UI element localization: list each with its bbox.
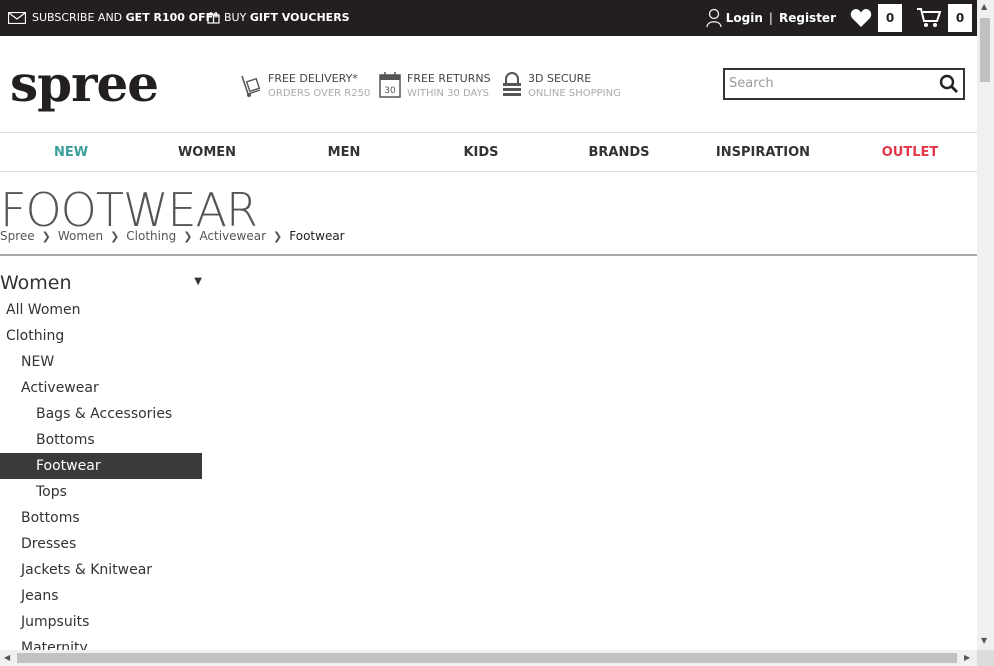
vouchers-text: BUY bbox=[224, 11, 250, 24]
search-icon[interactable] bbox=[939, 74, 959, 94]
nav-brands[interactable]: BRANDS bbox=[588, 145, 649, 160]
usp-3d-secure: 3D SECURE ONLINE SHOPPING bbox=[502, 72, 621, 102]
calendar-icon: 30 bbox=[379, 72, 401, 98]
sidebar-item-bottoms[interactable]: Bottoms bbox=[0, 505, 202, 531]
gift-vouchers-link[interactable]: BUY GIFT VOUCHERS bbox=[207, 11, 350, 24]
breadcrumb-footwear: Footwear bbox=[289, 229, 345, 243]
sidebar-title-label: Women bbox=[0, 272, 72, 294]
subscribe-link[interactable]: SUBSCRIBE AND GET R100 OFF* bbox=[8, 11, 219, 24]
chevron-right-icon: ❯ bbox=[41, 229, 51, 243]
main-nav: NEW WOMEN MEN KIDS BRANDS INSPIRATION OU… bbox=[0, 132, 977, 172]
usp-free-returns: 30 FREE RETURNS WITHIN 30 DAYS bbox=[379, 72, 491, 102]
chevron-right-icon: ❯ bbox=[110, 229, 120, 243]
scroll-down-icon[interactable]: ▼ bbox=[981, 636, 987, 645]
subscribe-text: SUBSCRIBE AND bbox=[32, 11, 126, 24]
chevron-right-icon: ❯ bbox=[273, 229, 283, 243]
nav-men[interactable]: MEN bbox=[328, 145, 361, 160]
divider bbox=[0, 254, 977, 256]
spree-logo[interactable]: spree bbox=[10, 56, 159, 112]
account-separator: | bbox=[768, 11, 773, 25]
usp-secure-title: 3D SECURE bbox=[528, 72, 592, 85]
sidebar-item-footwear[interactable]: Footwear bbox=[0, 453, 202, 479]
usp-free-delivery: FREE DELIVERY* ORDERS OVER R250 bbox=[240, 72, 370, 102]
sidebar-item-activewear[interactable]: Activewear bbox=[0, 375, 202, 401]
breadcrumb: Spree ❯ Women ❯ Clothing ❯ Activewear ❯ … bbox=[0, 229, 345, 243]
breadcrumb-women[interactable]: Women bbox=[58, 229, 103, 243]
lock-icon bbox=[503, 72, 521, 96]
sidebar-item-new[interactable]: NEW bbox=[0, 349, 202, 375]
nav-new[interactable]: NEW bbox=[54, 145, 88, 160]
sidebar-item-jeans[interactable]: Jeans bbox=[0, 583, 202, 609]
wishlist-count[interactable]: 0 bbox=[878, 4, 902, 32]
usp-delivery-sub: ORDERS OVER R250 bbox=[268, 88, 371, 99]
register-link[interactable]: Register bbox=[779, 11, 836, 25]
vertical-scrollbar-thumb[interactable] bbox=[980, 18, 990, 82]
sidebar-item-jackets-knitwear[interactable]: Jackets & Knitwear bbox=[0, 557, 202, 583]
nav-kids[interactable]: KIDS bbox=[463, 145, 498, 160]
category-list: All Women Clothing NEW Activewear Bags &… bbox=[0, 297, 202, 661]
account-links: Login | Register bbox=[706, 8, 836, 28]
sidebar-item-activewear-bottoms[interactable]: Bottoms bbox=[0, 427, 202, 453]
cart-icon[interactable] bbox=[916, 7, 942, 29]
horizontal-scrollbar-thumb[interactable] bbox=[17, 653, 957, 663]
sidebar-item-clothing[interactable]: Clothing bbox=[0, 323, 202, 349]
sidebar-item-all-women[interactable]: All Women bbox=[0, 297, 202, 323]
scroll-right-icon[interactable]: ▶ bbox=[964, 653, 970, 662]
usp-secure-sub: ONLINE SHOPPING bbox=[528, 88, 621, 99]
site-header: spree FREE DELIVERY* ORDERS OVER R250 30… bbox=[0, 36, 977, 132]
heart-icon[interactable] bbox=[850, 8, 872, 28]
breadcrumb-spree[interactable]: Spree bbox=[0, 229, 35, 243]
chevron-right-icon: ❯ bbox=[183, 229, 193, 243]
delivery-trolley-icon bbox=[241, 75, 261, 97]
usp-returns-sub: WITHIN 30 DAYS bbox=[407, 88, 490, 99]
vertical-scrollbar[interactable]: ▲ ▼ bbox=[977, 0, 994, 650]
gift-icon bbox=[207, 12, 220, 24]
user-icon bbox=[706, 8, 722, 28]
vouchers-bold: GIFT VOUCHERS bbox=[249, 11, 350, 24]
caret-down-icon[interactable]: ▼ bbox=[194, 276, 202, 287]
cart-count[interactable]: 0 bbox=[948, 4, 972, 32]
sidebar-item-jumpsuits[interactable]: Jumpsuits bbox=[0, 609, 202, 635]
nav-women[interactable]: WOMEN bbox=[178, 145, 236, 160]
search-box bbox=[723, 68, 965, 100]
nav-outlet[interactable]: OUTLET bbox=[882, 145, 939, 160]
usp-returns-title: FREE RETURNS bbox=[407, 72, 491, 85]
scroll-up-icon[interactable]: ▲ bbox=[981, 2, 987, 11]
top-bar: SUBSCRIBE AND GET R100 OFF* BUY GIFT VOU… bbox=[0, 0, 977, 36]
horizontal-scrollbar[interactable]: ◀ ▶ bbox=[0, 650, 977, 666]
breadcrumb-clothing[interactable]: Clothing bbox=[126, 229, 176, 243]
breadcrumb-activewear[interactable]: Activewear bbox=[199, 229, 266, 243]
subscribe-offer: GET R100 OFF* bbox=[125, 11, 219, 24]
sidebar-item-bags-accessories[interactable]: Bags & Accessories bbox=[0, 401, 202, 427]
sidebar-item-tops[interactable]: Tops bbox=[0, 479, 202, 505]
login-link[interactable]: Login bbox=[726, 11, 763, 25]
scrollbar-corner bbox=[977, 650, 994, 666]
nav-inspiration[interactable]: INSPIRATION bbox=[716, 145, 810, 160]
sidebar-title[interactable]: Women ▼ bbox=[0, 272, 202, 294]
search-input[interactable] bbox=[725, 70, 929, 96]
sidebar-item-dresses[interactable]: Dresses bbox=[0, 531, 202, 557]
envelope-icon bbox=[8, 11, 26, 24]
usp-delivery-title: FREE DELIVERY* bbox=[268, 72, 358, 85]
calendar-icon-number: 30 bbox=[384, 86, 396, 96]
scroll-left-icon[interactable]: ◀ bbox=[4, 653, 10, 662]
